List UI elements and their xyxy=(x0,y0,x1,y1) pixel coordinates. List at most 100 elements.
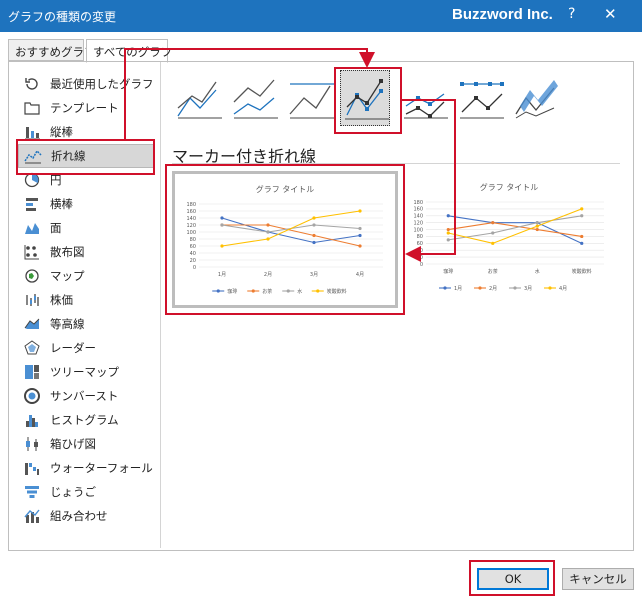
data-point xyxy=(580,241,584,245)
data-point xyxy=(535,227,539,232)
sidebar-item-label: マップ xyxy=(50,269,85,283)
data-point xyxy=(491,231,495,235)
sidebar-item-bar[interactable]: 横棒 xyxy=(18,192,154,216)
x-tick-label: 炭酸飲料 xyxy=(572,268,592,275)
sidebar-item-label: 組み合わせ xyxy=(50,509,108,523)
tab-all-charts[interactable]: すべてのグラフ xyxy=(86,39,172,63)
highlight-ok-button xyxy=(469,560,555,596)
y-tick-label: 140 xyxy=(413,214,423,220)
x-tick-label: お茶 xyxy=(488,268,498,275)
sidebar-item-label: レーダー xyxy=(50,341,96,355)
data-point xyxy=(491,221,495,225)
sidebar-item-area[interactable]: 面 xyxy=(18,216,154,240)
sidebar-item-sunburst[interactable]: サンバースト xyxy=(18,384,154,408)
sidebar-item-label: ヒストグラム xyxy=(50,413,119,427)
combo-chart-icon xyxy=(22,507,42,525)
sidebar-item-label: 横棒 xyxy=(50,197,73,211)
sunburst-icon xyxy=(22,387,42,405)
3d-line-subtype-icon xyxy=(515,80,558,119)
sidebar-item-boxplot[interactable]: 箱ひげ図 xyxy=(18,432,154,456)
recent-icon xyxy=(22,75,42,93)
data-point xyxy=(535,224,539,228)
brand-label: Buzzword Inc. xyxy=(452,6,553,23)
stock-chart-icon xyxy=(22,291,42,309)
sidebar-item-funnel[interactable]: じょうご xyxy=(18,480,154,504)
data-point xyxy=(580,207,584,211)
sidebar-item-label: 面 xyxy=(50,221,62,235)
highlight-line-category xyxy=(16,139,155,175)
sidebar-item-label: サンバースト xyxy=(50,389,119,403)
legend-marker xyxy=(513,286,517,290)
tab-recommended[interactable]: おすすめグラフ xyxy=(8,39,96,61)
subtype-stacked-line-100[interactable] xyxy=(286,70,336,126)
stacked-line-100-markers-subtype-icon xyxy=(460,82,504,119)
legend-label: 4月 xyxy=(559,286,567,292)
waterfall-icon xyxy=(22,459,42,477)
sidebar-item-label: 最近使用したグラフ xyxy=(50,77,154,91)
treemap-icon xyxy=(22,363,42,381)
bar-chart-icon xyxy=(22,195,42,213)
stacked-line-100-subtype-icon xyxy=(289,83,334,119)
subtype-stacked-line-100-markers[interactable] xyxy=(456,70,506,126)
data-point xyxy=(446,231,450,235)
sidebar-item-label: ツリーマップ xyxy=(50,365,119,379)
sidebar-item-radar[interactable]: レーダー xyxy=(18,336,154,360)
sidebar-item-template[interactable]: テンプレート xyxy=(18,96,154,120)
sidebar-item-label: じょうご xyxy=(50,485,96,499)
highlight-line-markers-subtype xyxy=(334,67,402,134)
x-tick-label: 水 xyxy=(535,268,540,275)
legend-marker xyxy=(443,286,447,290)
histogram-icon xyxy=(22,411,42,429)
sidebar-item-stock[interactable]: 株価 xyxy=(18,288,154,312)
help-button[interactable]: ? xyxy=(568,6,575,22)
subtype-line[interactable] xyxy=(174,70,224,126)
stacked-line-markers-subtype-icon xyxy=(404,93,448,119)
legend-marker xyxy=(548,286,552,290)
surface-chart-icon xyxy=(22,315,42,333)
sidebar-item-recent[interactable]: 最近使用したグラフ xyxy=(18,72,154,96)
sidebar-item-combo[interactable]: 組み合わせ xyxy=(18,504,154,528)
legend-marker xyxy=(478,286,482,290)
y-tick-label: 160 xyxy=(413,207,423,213)
legend-label: 2月 xyxy=(489,286,497,292)
sidebar-item-label: 株価 xyxy=(50,293,73,307)
cancel-button[interactable]: キャンセル xyxy=(562,568,634,590)
data-point xyxy=(446,238,450,242)
sidebar-item-label: テンプレート xyxy=(50,101,119,115)
chart-preview-2[interactable]: グラフ タイトル 180 160 140 120 100 80 60 40 20 0 珈琲 お茶 水 炭酸飲… xyxy=(402,172,616,302)
y-tick-label: 80 xyxy=(417,234,423,240)
data-point xyxy=(535,221,539,225)
legend-label: 1月 xyxy=(454,286,462,292)
sidebar-item-surface[interactable]: 等高線 xyxy=(18,312,154,336)
data-point xyxy=(446,227,450,232)
data-point xyxy=(580,214,584,218)
data-point xyxy=(446,214,450,218)
data-point xyxy=(580,234,584,239)
sidebar-item-histogram[interactable]: ヒストグラム xyxy=(18,408,154,432)
sidebar-item-map[interactable]: マップ xyxy=(18,264,154,288)
sidebar-item-label: 等高線 xyxy=(50,317,85,331)
x-tick-label: 珈琲 xyxy=(443,268,453,275)
highlight-chart-preview xyxy=(165,164,405,315)
y-tick-label: 120 xyxy=(413,220,423,226)
y-tick-label: 20 xyxy=(417,255,423,261)
area-chart-icon xyxy=(22,219,42,237)
window-title: グラフの種類の変更 xyxy=(8,10,117,24)
stacked-line-subtype-icon xyxy=(233,79,278,119)
sidebar-item-label: ウォーターフォール xyxy=(50,461,153,475)
sidebar-item-treemap[interactable]: ツリーマップ xyxy=(18,360,154,384)
sidebar-item-scatter[interactable]: 散布図 xyxy=(18,240,154,264)
title-bar: グラフの種類の変更 Buzzword Inc. ? ✕ xyxy=(0,0,642,32)
sidebar-item-waterfall[interactable]: ウォーターフォール xyxy=(18,456,154,480)
sidebar-item-label: 縦棒 xyxy=(50,125,73,139)
sidebar-divider xyxy=(160,62,161,548)
subtype-stacked-line-markers[interactable] xyxy=(400,70,450,126)
radar-chart-icon xyxy=(22,339,42,357)
chart-title: グラフ タイトル xyxy=(480,182,539,192)
y-tick-label: 0 xyxy=(420,262,423,268)
subtype-3d-line[interactable] xyxy=(512,70,562,126)
close-button[interactable]: ✕ xyxy=(604,5,617,23)
scatter-chart-icon xyxy=(22,243,42,261)
folder-icon xyxy=(22,99,42,117)
subtype-stacked-line[interactable] xyxy=(230,70,280,126)
